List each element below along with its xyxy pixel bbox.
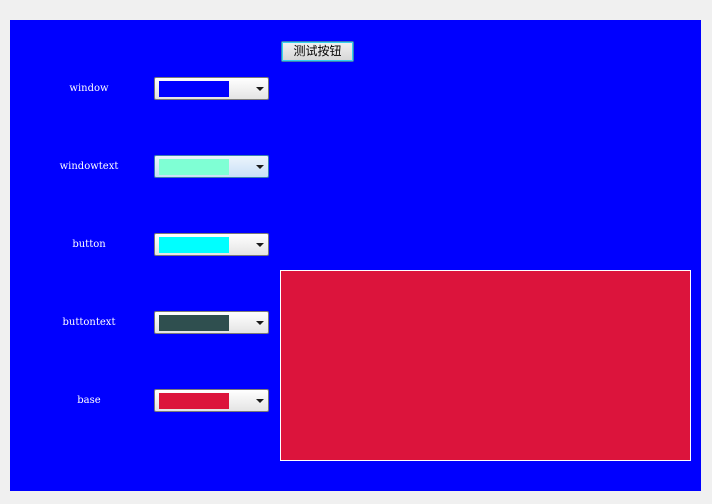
window-color-combo[interactable] — [154, 77, 269, 100]
buttontext-color-combo[interactable] — [154, 311, 269, 334]
buttontext-label: buttontext — [62, 317, 116, 328]
chevron-down-icon — [256, 87, 264, 91]
windowtext-label: windowtext — [59, 161, 119, 172]
test-button[interactable]: 测试按钮 — [281, 41, 354, 62]
windowtext-color-swatch — [159, 159, 229, 175]
base-color-swatch — [159, 393, 229, 409]
chevron-down-icon — [256, 321, 264, 325]
window-color-swatch — [159, 81, 229, 97]
base-color-combo[interactable] — [154, 389, 269, 412]
base-label: base — [77, 395, 101, 406]
palette-panel: 测试按钮 window windowtext button buttontext… — [10, 20, 701, 491]
button-color-combo[interactable] — [154, 233, 269, 256]
preview-widget — [280, 270, 691, 461]
windowtext-color-combo[interactable] — [154, 155, 269, 178]
button-label: button — [72, 239, 106, 250]
buttontext-color-swatch — [159, 315, 229, 331]
button-color-swatch — [159, 237, 229, 253]
chevron-down-icon — [256, 243, 264, 247]
chevron-down-icon — [256, 165, 264, 169]
window-label: window — [69, 83, 109, 94]
chevron-down-icon — [256, 399, 264, 403]
